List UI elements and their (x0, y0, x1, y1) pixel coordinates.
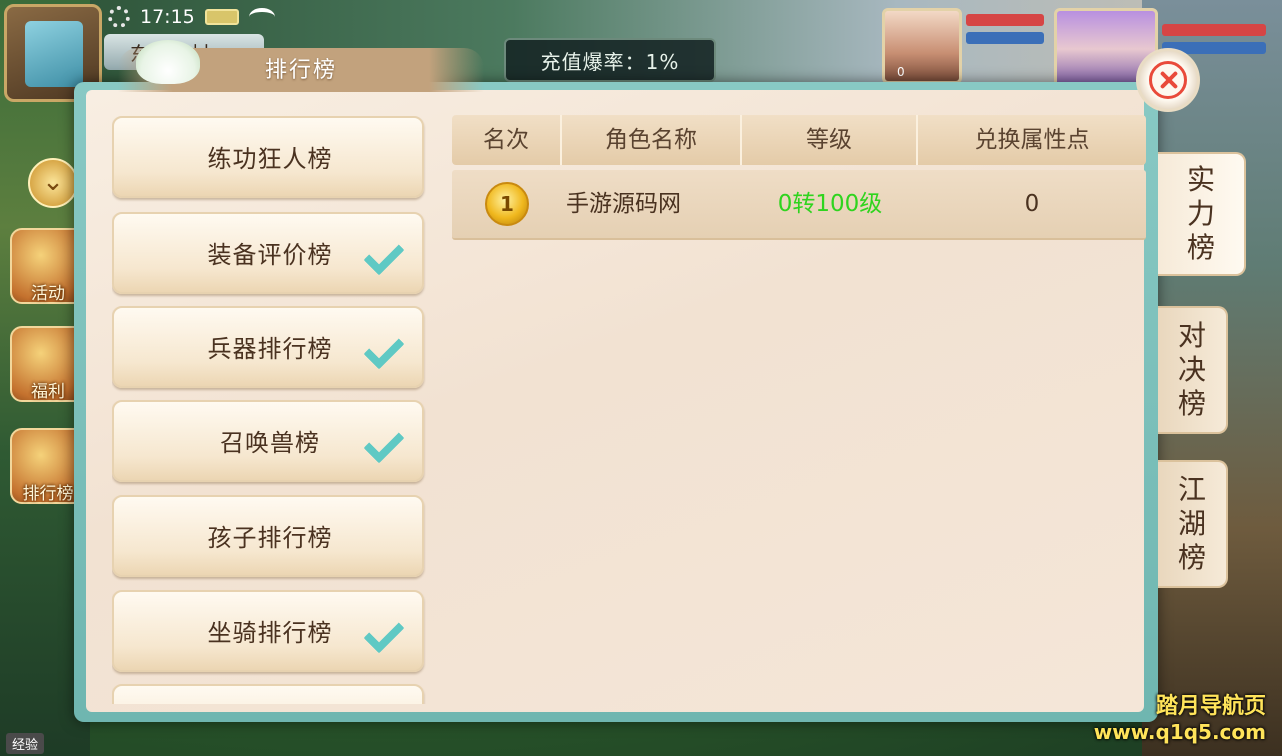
header-rank: 名次 (452, 115, 562, 165)
tab-char: 榜 (1177, 387, 1206, 420)
device-status-bar: 17:15 (108, 2, 275, 32)
tab-jianghu-ranking[interactable]: 江 湖 榜 (1158, 460, 1228, 588)
tab-char: 决 (1177, 353, 1206, 386)
character-name: 手游源码网 (566, 191, 681, 217)
clock-time: 17:15 (140, 6, 195, 28)
chevron-down-icon: ⌄ (42, 167, 64, 197)
panel-title: 排行榜 (264, 58, 337, 83)
chevron-down-icon (362, 242, 398, 268)
tab-char: 湖 (1177, 507, 1206, 540)
gold-medal-icon: 1 (485, 182, 529, 226)
header-character-name: 角色名称 (562, 115, 742, 165)
category-weapon-ranking[interactable]: 兵器排行榜 (112, 306, 424, 388)
party-member-portrait[interactable]: 0 (882, 8, 962, 84)
gear-icon[interactable] (108, 6, 130, 28)
party-member-hp-bar (966, 14, 1044, 26)
wifi-icon (248, 8, 275, 26)
category-mount-ranking[interactable]: 坐骑排行榜 (112, 590, 424, 672)
recharge-rate-banner: 充值爆率：1% (504, 38, 716, 82)
collapse-menu-button[interactable]: ⌄ (28, 158, 78, 208)
site-watermark: 踏月导航页 www.q1q5.com (1094, 688, 1266, 744)
category-summon-ranking[interactable]: 召唤兽榜 (112, 400, 424, 482)
category-child-ranking[interactable]: 孩子排行榜 (112, 495, 424, 577)
category-list[interactable]: 练功狂人榜 装备评价榜 兵器排行榜 召唤兽榜 孩子排行榜 坐骑排行榜 (112, 116, 426, 704)
experience-label: 经验 (6, 733, 45, 754)
chevron-down-icon (362, 620, 398, 646)
player-hp-bar (1162, 24, 1266, 36)
tab-char: 江 (1177, 473, 1206, 506)
portrait-level: 0 (897, 65, 905, 79)
tab-char: 对 (1177, 319, 1206, 352)
rank-cell: 1 (452, 169, 562, 239)
close-button[interactable] (1136, 48, 1200, 112)
party-member-mp-bar (966, 32, 1044, 44)
watermark-title: 踏月导航页 (1155, 694, 1266, 719)
category-training-ranking[interactable]: 练功狂人榜 (112, 116, 424, 198)
category-next-partial[interactable] (112, 684, 424, 704)
category-label: 练功狂人榜 (207, 145, 333, 173)
tab-char: 榜 (1186, 231, 1215, 264)
tab-strength-ranking[interactable]: 实 力 榜 (1158, 152, 1246, 276)
battery-icon (204, 9, 239, 25)
tab-char: 力 (1186, 197, 1215, 230)
tab-char: 榜 (1177, 541, 1206, 574)
character-level: 0转100级 (777, 191, 883, 217)
table-row[interactable]: 1 手游源码网 0转100级 0 (452, 170, 1146, 240)
chevron-down-icon (362, 430, 398, 456)
header-level: 等级 (742, 115, 918, 165)
close-icon (1149, 61, 1187, 99)
header-exchange-points: 兑换属性点 (974, 127, 1090, 153)
category-equipment-rating[interactable]: 装备评价榜 (112, 212, 424, 294)
map-scroll-icon (25, 21, 83, 87)
tab-char: 实 (1186, 163, 1215, 196)
tab-duel-ranking[interactable]: 对 决 榜 (1158, 306, 1228, 434)
watermark-url: www.q1q5.com (1093, 720, 1266, 744)
chevron-down-icon (362, 336, 398, 362)
ranking-table-header: 名次 角色名称 等级 兑换属性点 (452, 115, 1146, 165)
exchange-points: 0 (1024, 191, 1040, 217)
category-label: 孩子排行榜 (207, 524, 333, 552)
